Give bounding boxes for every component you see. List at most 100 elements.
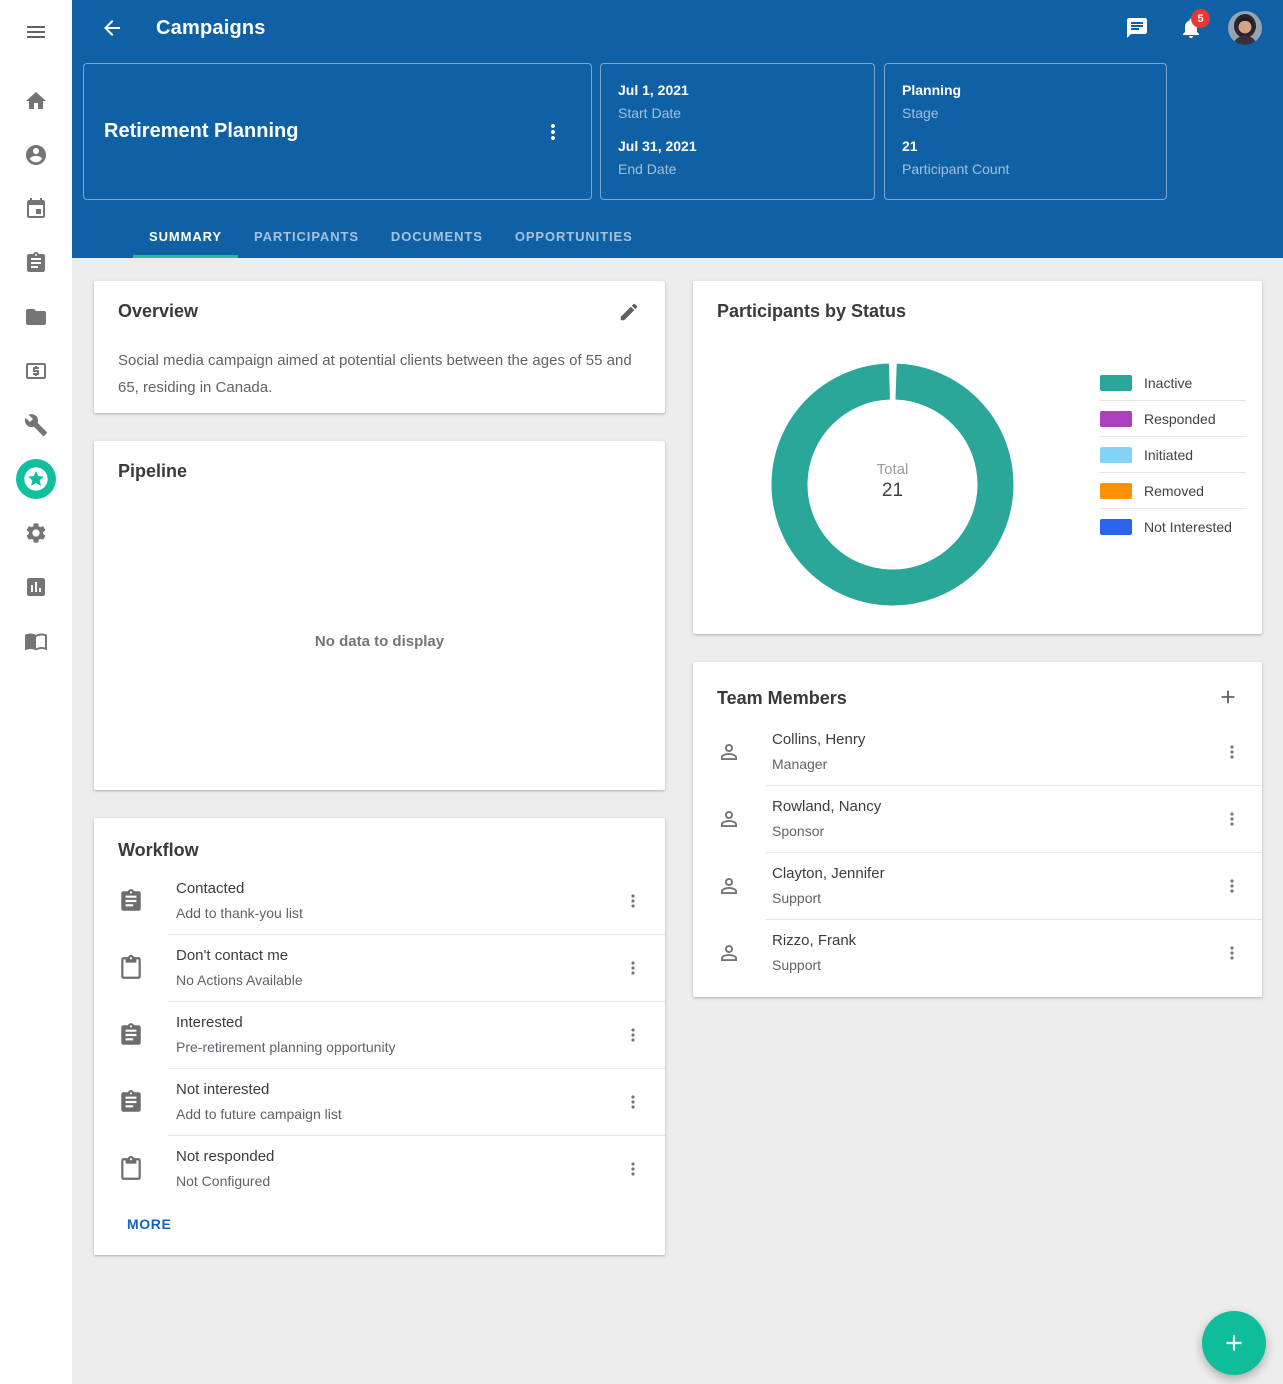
sidebar	[0, 0, 72, 1384]
pipeline-empty-message: No data to display	[94, 633, 665, 650]
pipeline-title: Pipeline	[118, 461, 641, 482]
person-outline-icon	[717, 807, 741, 831]
gear-icon[interactable]	[0, 506, 72, 560]
member-role: Manager	[772, 754, 1214, 774]
main-content: Overview Social media campaign aimed at …	[72, 258, 1283, 1384]
legend-swatch-responded	[1100, 411, 1132, 427]
chat-icon[interactable]	[1117, 8, 1157, 48]
workflow-title: Workflow	[118, 840, 641, 861]
workflow-item-subtitle: No Actions Available	[176, 970, 615, 990]
workflow-item-title: Not responded	[176, 1147, 615, 1167]
tab-bar: SUMMARY PARTICIPANTS DOCUMENTS OPPORTUNI…	[133, 214, 649, 258]
calendar-icon[interactable]	[0, 182, 72, 236]
workflow-item-title: Contacted	[176, 879, 615, 899]
legend-item-not-interested: Not Interested	[1100, 509, 1246, 545]
legend-item-inactive: Inactive	[1100, 365, 1246, 401]
overview-description: Social media campaign aimed at potential…	[118, 347, 641, 401]
legend-swatch-inactive	[1100, 375, 1132, 391]
workflow-item-title: Don't contact me	[176, 946, 615, 966]
end-date-field: Jul 31, 2021 End Date	[618, 136, 858, 179]
overview-card: Overview Social media campaign aimed at …	[94, 281, 665, 413]
bar-chart-icon[interactable]	[0, 560, 72, 614]
legend-item-initiated: Initiated	[1100, 437, 1246, 473]
tab-summary[interactable]: SUMMARY	[133, 214, 238, 258]
workflow-item-subtitle: Not Configured	[176, 1171, 615, 1191]
workflow-row: Contacted Add to thank-you list	[94, 867, 665, 934]
tab-opportunities[interactable]: OPPORTUNITIES	[499, 214, 649, 258]
clipboard-icon[interactable]	[0, 236, 72, 290]
legend-label-initiated: Initiated	[1144, 447, 1193, 463]
campaign-kebab-menu-icon[interactable]	[533, 112, 573, 152]
more-button[interactable]: MORE	[127, 1216, 171, 1232]
clipboard-outline-icon	[118, 1156, 144, 1182]
hamburger-menu-icon[interactable]	[0, 0, 72, 64]
workflow-kebab-menu-icon[interactable]	[615, 1151, 651, 1187]
clipboard-outline-icon	[118, 955, 144, 981]
star-circle-icon[interactable]	[0, 452, 72, 506]
tab-documents[interactable]: DOCUMENTS	[375, 214, 499, 258]
participants-by-status-title: Participants by Status	[717, 301, 1238, 322]
start-date-value: Jul 1, 2021	[618, 80, 858, 100]
avatar[interactable]	[1225, 8, 1265, 48]
clipboard-filled-icon	[118, 888, 144, 914]
sidebar-nav	[0, 74, 72, 668]
workflow-item-subtitle: Add to thank-you list	[176, 903, 615, 923]
team-member-row: Collins, Henry Manager	[693, 718, 1262, 785]
member-kebab-menu-icon[interactable]	[1214, 868, 1250, 904]
stage-field: Planning Stage	[902, 80, 1150, 123]
person-outline-icon	[717, 941, 741, 965]
open-book-icon[interactable]	[0, 614, 72, 668]
bell-icon[interactable]: 5	[1171, 8, 1211, 48]
pipeline-card: Pipeline No data to display	[94, 441, 665, 790]
campaign-name-card: Retirement Planning	[83, 63, 592, 200]
participants-by-status-card: Participants by Status Total 21 Inactive…	[693, 281, 1262, 634]
member-kebab-menu-icon[interactable]	[1214, 734, 1250, 770]
donut-total-label: Total	[771, 461, 1014, 479]
stage-label: Stage	[902, 103, 1150, 123]
member-name: Clayton, Jennifer	[772, 864, 1214, 884]
workflow-kebab-menu-icon[interactable]	[615, 883, 651, 919]
clipboard-filled-icon	[118, 1089, 144, 1115]
wrench-icon[interactable]	[0, 398, 72, 452]
team-member-row: Clayton, Jennifer Support	[693, 852, 1262, 919]
start-date-label: Start Date	[618, 103, 858, 123]
dollar-card-icon[interactable]	[0, 344, 72, 398]
back-arrow-icon[interactable]	[92, 8, 132, 48]
person-outline-icon	[717, 740, 741, 764]
end-date-value: Jul 31, 2021	[618, 136, 858, 156]
folder-icon[interactable]	[0, 290, 72, 344]
home-icon[interactable]	[0, 74, 72, 128]
campaign-stage-card: Planning Stage 21 Participant Count	[884, 63, 1167, 200]
chart-legend: Inactive Responded Initiated Removed Not…	[1100, 365, 1246, 545]
member-kebab-menu-icon[interactable]	[1214, 935, 1250, 971]
stage-value: Planning	[902, 80, 1150, 100]
header: Campaigns 5 Retirement Planning	[72, 0, 1283, 258]
workflow-kebab-menu-icon[interactable]	[615, 950, 651, 986]
member-role: Support	[772, 888, 1214, 908]
workflow-item-title: Not interested	[176, 1080, 615, 1100]
team-members-card: Team Members Collins, Henry Manager Rowl…	[693, 662, 1262, 997]
start-date-field: Jul 1, 2021 Start Date	[618, 80, 858, 123]
legend-label-removed: Removed	[1144, 483, 1204, 499]
legend-item-responded: Responded	[1100, 401, 1246, 437]
end-date-label: End Date	[618, 159, 858, 179]
add-team-member-icon[interactable]	[1214, 684, 1242, 712]
legend-label-not-interested: Not Interested	[1144, 519, 1232, 535]
workflow-row: Not interested Add to future campaign li…	[94, 1068, 665, 1135]
team-members-title: Team Members	[717, 688, 1214, 709]
plus-icon	[1221, 1330, 1247, 1356]
participant-count-value: 21	[902, 136, 1150, 156]
tab-participants[interactable]: PARTICIPANTS	[238, 214, 375, 258]
member-role: Support	[772, 955, 1214, 975]
person-icon[interactable]	[0, 128, 72, 182]
donut-center: Total 21	[771, 461, 1014, 503]
legend-swatch-initiated	[1100, 447, 1132, 463]
overview-title: Overview	[118, 301, 617, 322]
member-kebab-menu-icon[interactable]	[1214, 801, 1250, 837]
workflow-kebab-menu-icon[interactable]	[615, 1084, 651, 1120]
workflow-kebab-menu-icon[interactable]	[615, 1017, 651, 1053]
add-fab-button[interactable]	[1202, 1311, 1266, 1375]
donut-chart: Total 21	[771, 363, 1014, 606]
member-name: Collins, Henry	[772, 730, 1214, 750]
edit-pencil-icon[interactable]	[617, 301, 641, 325]
